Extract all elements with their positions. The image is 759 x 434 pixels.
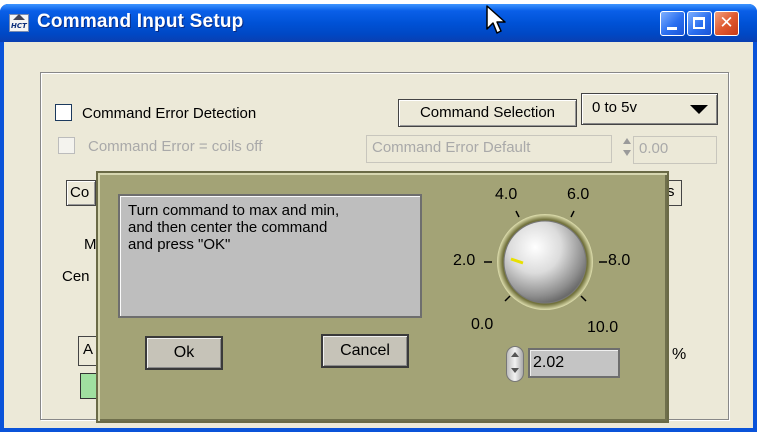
command-error-coils-off-checkbox xyxy=(58,137,75,154)
command-error-detection-label: Command Error Detection xyxy=(82,105,257,122)
command-error-default-label: Command Error Default xyxy=(366,135,612,163)
stepper-up-icon xyxy=(623,138,631,144)
instruction-message: Turn command to max and min, and then ce… xyxy=(118,194,422,318)
percent-label: % xyxy=(672,346,687,363)
house-roof-icon xyxy=(13,14,25,20)
window-title: Command Input Setup xyxy=(37,11,244,32)
maximize-button[interactable] xyxy=(687,11,712,36)
obscured-button-a-text: A xyxy=(83,341,94,358)
obscured-label-center: Cen xyxy=(62,268,90,285)
command-selection-button[interactable]: Command Selection xyxy=(398,99,577,127)
command-selection-dropdown[interactable]: 0 to 5v xyxy=(581,93,718,125)
command-error-coils-off-label: Command Error = coils off xyxy=(88,138,263,155)
command-selection-value: 0 to 5v xyxy=(592,99,638,116)
app-icon-text: HCT xyxy=(11,22,27,30)
knob-label-2: 2.0 xyxy=(453,252,476,269)
stepper-down-icon xyxy=(511,368,519,373)
obscured-label-m: M xyxy=(84,236,97,253)
chevron-down-icon xyxy=(690,105,708,114)
stepper-up-icon xyxy=(511,352,519,357)
maximize-icon xyxy=(693,17,705,29)
minimize-button[interactable] xyxy=(660,11,685,36)
title-bar[interactable]: HCT Command Input Setup ✕ xyxy=(0,4,757,42)
knob-value-stepper[interactable] xyxy=(506,346,524,382)
app-icon[interactable]: HCT xyxy=(9,14,29,32)
cancel-button[interactable]: Cancel xyxy=(321,334,409,368)
knob-label-6: 6.0 xyxy=(567,186,590,203)
command-error-detection-checkbox[interactable] xyxy=(55,104,72,121)
obscured-button-left[interactable]: Co xyxy=(66,180,96,206)
minimize-icon xyxy=(667,27,677,30)
close-button[interactable]: ✕ xyxy=(714,11,739,36)
command-error-default-field: 0.00 xyxy=(633,136,717,164)
command-error-default-stepper xyxy=(621,137,632,159)
close-icon: ✕ xyxy=(719,13,734,33)
knob-label-10: 10.0 xyxy=(587,319,619,336)
knob-label-8: 8.0 xyxy=(608,252,631,269)
knob-label-0: 0.0 xyxy=(471,316,494,333)
mouse-cursor-icon xyxy=(486,5,506,34)
knob-value-field[interactable]: 2.02 xyxy=(528,348,620,378)
knob-label-4: 4.0 xyxy=(495,186,518,203)
stepper-down-icon xyxy=(623,150,631,156)
ok-button[interactable]: Ok xyxy=(145,336,223,370)
